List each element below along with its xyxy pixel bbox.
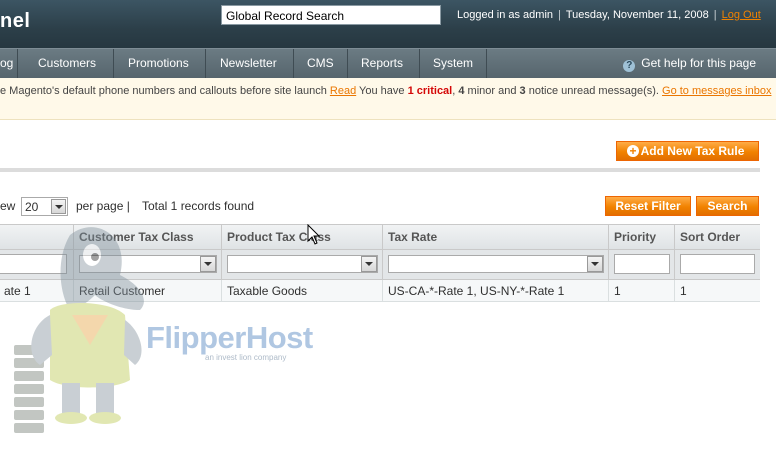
add-new-tax-rule-button[interactable]: + Add New Tax Rule	[616, 141, 759, 161]
filter-cell	[73, 250, 221, 279]
notice-comma: ,	[452, 85, 456, 97]
column-header-tax-rate[interactable]: Tax Rate	[382, 225, 608, 250]
critical-count: 1 critical	[407, 85, 453, 97]
column-header-priority[interactable]: Priority	[608, 225, 674, 250]
help-icon: ?	[623, 60, 636, 72]
rule-name-filter-input[interactable]	[0, 254, 67, 274]
filter-cell	[0, 250, 73, 279]
cell-priority: 1	[608, 280, 674, 301]
filter-cell	[674, 250, 760, 279]
global-search-input[interactable]: Global Record Search	[221, 5, 441, 25]
per-page-label: per page |	[76, 199, 130, 213]
filter-cell	[382, 250, 608, 279]
logged-in-text: Logged in as admin	[457, 9, 554, 21]
minor-count: 4	[458, 85, 465, 97]
header-separator: |	[713, 9, 717, 21]
column-header-rule[interactable]	[0, 225, 73, 250]
nav-item-catalog[interactable]: og	[0, 49, 18, 78]
system-notice: e Magento's default phone numbers and ca…	[0, 78, 776, 120]
grid-header: Customer Tax Class Product Tax Class Tax…	[0, 224, 760, 250]
plus-icon: +	[627, 145, 639, 157]
nav-item-newsletter[interactable]: Newsletter	[208, 49, 294, 78]
column-header-sort-order[interactable]: Sort Order	[674, 225, 760, 250]
content-divider	[0, 168, 760, 172]
product-tax-class-filter-select[interactable]	[227, 255, 378, 273]
customer-tax-class-filter-select[interactable]	[79, 255, 217, 273]
header-separator: |	[558, 9, 561, 21]
per-page-select[interactable]: 20	[21, 197, 68, 216]
total-records: Total 1 records found	[142, 199, 255, 213]
column-header-customer-tax-class[interactable]: Customer Tax Class	[73, 225, 221, 250]
nav-item-customers[interactable]: Customers	[26, 49, 114, 78]
nav-item-cms[interactable]: CMS	[295, 49, 348, 78]
nav-item-system[interactable]: System	[421, 49, 487, 78]
watermark-tagline: an invest lion company	[205, 353, 287, 362]
notice-msg: You have	[359, 85, 405, 97]
notice-text: e Magento's default phone numbers and ca…	[0, 85, 771, 97]
table-row[interactable]: ate 1 Retail Customer Taxable Goods US-C…	[0, 280, 760, 302]
chevron-down-icon	[361, 256, 377, 272]
add-button-label: Add New Tax Rule	[640, 144, 745, 158]
grid-filter-row	[0, 250, 760, 280]
cell-tax-rate: US-CA-*-Rate 1, US-NY-*-Rate 1	[382, 280, 608, 301]
filter-cell	[608, 250, 674, 279]
header: nel Global Record Search Logged in as ad…	[0, 0, 776, 48]
cell-customer-tax-class: Retail Customer	[73, 280, 221, 301]
help-link[interactable]: ? Get help for this page	[623, 49, 756, 78]
chevron-down-icon	[587, 256, 603, 272]
reset-filter-button[interactable]: Reset Filter	[605, 196, 691, 216]
notice-unread-text: notice unread message(s).	[528, 85, 659, 97]
column-header-product-tax-class[interactable]: Product Tax Class	[221, 225, 382, 250]
read-link[interactable]: Read	[330, 85, 356, 97]
search-button[interactable]: Search	[696, 196, 759, 216]
chevron-down-icon	[200, 256, 216, 272]
per-page-value: 20	[25, 200, 39, 214]
watermark-brand: FlipperHost	[146, 320, 313, 355]
header-date: Tuesday, November 11, 2008	[565, 9, 709, 21]
tax-rate-filter-select[interactable]	[388, 255, 604, 273]
sort-order-filter-input[interactable]	[680, 254, 755, 274]
admin-logo: nel	[0, 10, 31, 32]
cell-rule-name: ate 1	[4, 284, 31, 298]
chevron-down-icon	[51, 199, 66, 214]
mouse-cursor-icon	[307, 224, 321, 245]
priority-filter-input[interactable]	[614, 254, 670, 274]
logout-link[interactable]: Log Out	[722, 9, 761, 21]
nav-item-promotions[interactable]: Promotions	[116, 49, 206, 78]
cell-sort-order: 1	[674, 280, 760, 301]
messages-inbox-link[interactable]: Go to messages inbox	[662, 85, 771, 97]
nav-item-reports[interactable]: Reports	[349, 49, 420, 78]
cell-product-tax-class: Taxable Goods	[221, 280, 382, 301]
help-label: Get help for this page	[641, 56, 756, 70]
notice-count: 3	[519, 85, 526, 97]
pager-view-label: ew	[0, 199, 16, 213]
main-nav: og Customers Promotions Newsletter CMS R…	[0, 48, 776, 78]
filter-cell	[221, 250, 382, 279]
notice-minor-text: minor and	[467, 85, 517, 97]
header-user-info: Logged in as admin | Tuesday, November 11,…	[457, 9, 761, 21]
notice-pre: e Magento's default phone numbers and ca…	[0, 85, 327, 97]
